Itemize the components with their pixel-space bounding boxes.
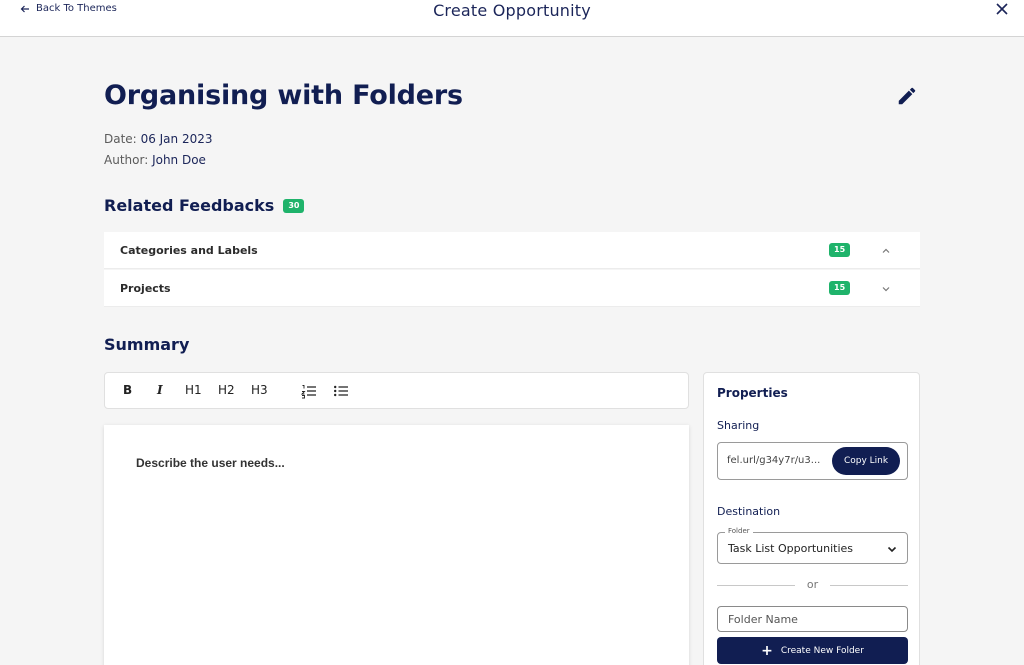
opportunity-title: Organising with Folders — [104, 80, 463, 111]
divider-line — [830, 585, 908, 586]
accordion-count-badge: 15 — [829, 281, 851, 295]
plus-icon: + — [761, 642, 773, 659]
copy-link-button[interactable]: Copy Link — [832, 447, 900, 475]
create-new-folder-label: Create New Folder — [780, 645, 864, 656]
folder-select-value: Task List Opportunities — [728, 542, 854, 555]
date-label: Date: — [104, 132, 137, 146]
accordion-count-badge: 15 — [829, 243, 851, 257]
date-value: 06 Jan 2023 — [140, 132, 213, 146]
folder-select-legend: Folder — [725, 527, 753, 535]
destination-label: Destination — [717, 505, 781, 518]
chevron-down-icon — [887, 546, 897, 553]
summary-title: Summary — [104, 335, 190, 354]
ordered-list-icon[interactable] — [301, 383, 317, 399]
feedback-count-badge: 30 — [283, 198, 305, 213]
accordion-categories-and-labels[interactable]: Categories and Labels 15 — [104, 232, 920, 269]
bullet-list-icon[interactable] — [333, 383, 349, 399]
accordion-label: Categories and Labels — [120, 244, 258, 257]
folder-name-input[interactable] — [717, 606, 908, 632]
summary-editor[interactable]: Describe the user needs... — [104, 425, 689, 665]
heading2-button[interactable]: H2 — [218, 383, 235, 397]
italic-button[interactable]: I — [157, 383, 163, 397]
pencil-icon[interactable] — [896, 85, 918, 107]
author-label: Author: — [104, 153, 149, 167]
share-link-field: fel.url/g34y7r/u3... Copy Link — [717, 442, 908, 480]
chevron-down-icon[interactable] — [880, 283, 892, 295]
accordion-label: Projects — [120, 282, 171, 295]
editor-toolbar: B I H1 H2 H3 — [104, 372, 689, 409]
bold-button[interactable]: B — [123, 383, 132, 397]
page-header-title: Create Opportunity — [433, 1, 591, 20]
or-divider: or — [717, 578, 908, 592]
properties-panel: Properties Sharing fel.url/g34y7r/u3... … — [703, 372, 920, 665]
sharing-label: Sharing — [717, 419, 760, 432]
close-icon[interactable] — [994, 1, 1010, 17]
properties-title: Properties — [717, 386, 788, 400]
create-new-folder-button[interactable]: + Create New Folder — [717, 637, 908, 664]
accordion-projects[interactable]: Projects 15 — [104, 270, 920, 307]
folder-select[interactable]: Folder Task List Opportunities — [717, 527, 908, 564]
share-url[interactable]: fel.url/g34y7r/u3... — [727, 455, 831, 466]
editor-placeholder: Describe the user needs... — [136, 456, 285, 470]
related-feedbacks-title: Related Feedbacks — [104, 196, 275, 215]
heading1-button[interactable]: H1 — [185, 383, 202, 397]
top-bar: Back To Themes Create Opportunity — [0, 0, 1024, 37]
date-meta: Date: 06 Jan 2023 — [104, 132, 213, 146]
related-feedbacks-heading: Related Feedbacks 30 — [104, 196, 305, 215]
heading3-button[interactable]: H3 — [251, 383, 268, 397]
author-value: John Doe — [152, 153, 206, 167]
author-meta: Author: John Doe — [104, 153, 206, 167]
chevron-up-icon[interactable] — [880, 245, 892, 257]
